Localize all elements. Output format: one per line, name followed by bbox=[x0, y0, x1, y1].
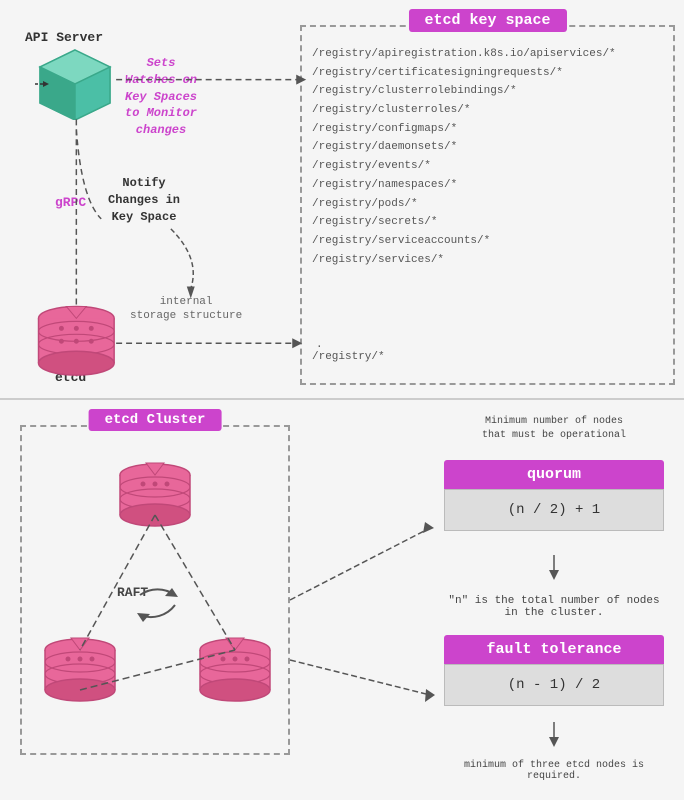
watches-annotation: SetsWatches onKey Spacesto Monitorchange… bbox=[125, 55, 197, 139]
n-is-label: "n" is the total number of nodes in the … bbox=[444, 595, 664, 619]
etcd-label: etcd bbox=[55, 370, 86, 385]
path-item: /registry/configmaps/* bbox=[312, 120, 616, 139]
etcd-keyspace-box: etcd key space /registry/apiregistration… bbox=[300, 25, 675, 385]
raft-label: RAFT bbox=[117, 585, 148, 600]
api-server-cube bbox=[35, 45, 115, 120]
path-item: /registry/clusterrolebindings/* bbox=[312, 82, 616, 101]
top-section: API Server SetsWatches onKey Spacesto Mo… bbox=[0, 0, 684, 400]
path-item: /registry/events/* bbox=[312, 157, 616, 176]
quorum-title: quorum bbox=[444, 460, 664, 489]
path-item: /registry/services/* bbox=[312, 251, 616, 270]
path-item: /registry/clusterroles/* bbox=[312, 101, 616, 120]
fault-formula: (n - 1) / 2 bbox=[444, 664, 664, 706]
path-item: /registry/daemonsets/* bbox=[312, 138, 616, 157]
min-nodes-label: Minimum number of nodesthat must be oper… bbox=[444, 415, 664, 443]
notify-changes-label: NotifyChanges inKey Space bbox=[108, 175, 180, 225]
fault-title: fault tolerance bbox=[444, 635, 664, 664]
etcd-keyspace-title: etcd key space bbox=[408, 9, 566, 32]
main-diagram: API Server SetsWatches onKey Spacesto Mo… bbox=[0, 0, 684, 800]
internal-storage-label: internalstorage structure bbox=[130, 295, 242, 324]
keyspace-bottom-path: . /registry/* bbox=[312, 339, 385, 363]
path-item: /registry/namespaces/* bbox=[312, 176, 616, 195]
path-item: /registry/secrets/* bbox=[312, 213, 616, 232]
quorum-box: quorum (n / 2) + 1 bbox=[444, 460, 664, 531]
api-server-label: API Server bbox=[25, 30, 103, 45]
keyspace-paths: /registry/apiregistration.k8s.io/apiserv… bbox=[312, 45, 616, 269]
etcd-cluster-box: etcd Cluster bbox=[20, 425, 290, 755]
etcd-cluster-title: etcd Cluster bbox=[89, 409, 222, 431]
path-item: /registry/certificatesigningrequests/* bbox=[312, 64, 616, 83]
path-item: /registry/apiregistration.k8s.io/apiserv… bbox=[312, 45, 616, 64]
quorum-formula: (n / 2) + 1 bbox=[444, 489, 664, 531]
grpc-label: gRPC bbox=[55, 195, 86, 210]
min-three-label: minimum of three etcd nodes is required. bbox=[444, 760, 664, 782]
bottom-section: etcd Cluster RAFT Minimum number of node… bbox=[0, 400, 684, 800]
fault-tolerance-box: fault tolerance (n - 1) / 2 bbox=[444, 635, 664, 706]
path-item: /registry/pods/* bbox=[312, 195, 616, 214]
path-item: /registry/serviceaccounts/* bbox=[312, 232, 616, 251]
